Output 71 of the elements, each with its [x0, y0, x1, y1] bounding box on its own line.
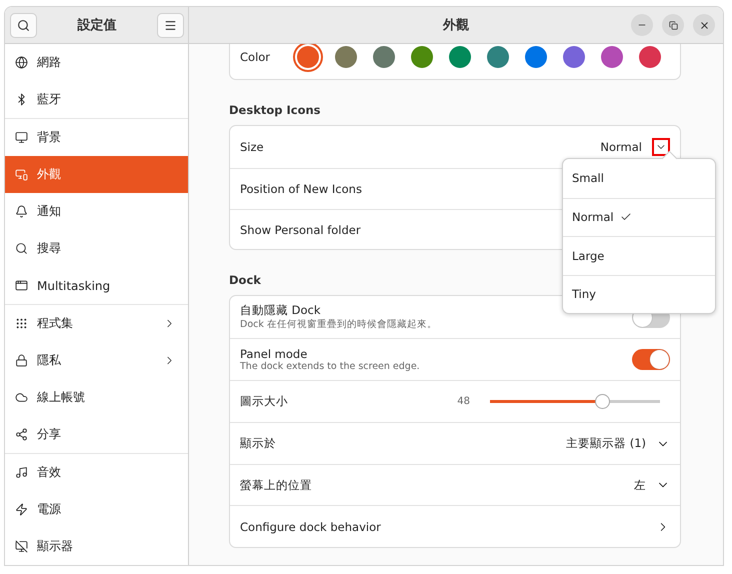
color-swatch[interactable]: [411, 46, 433, 68]
color-swatch[interactable]: [639, 46, 661, 68]
window-title: 外觀: [443, 17, 469, 34]
color-swatch[interactable]: [297, 46, 319, 68]
setting-label: Position of New Icons: [240, 182, 362, 196]
color-swatch[interactable]: [373, 46, 395, 68]
sidebar-item[interactable]: 網路: [5, 44, 188, 81]
slider-value: 48: [457, 396, 470, 407]
menu-item[interactable]: Small: [563, 159, 715, 198]
menu-item[interactable]: Tiny: [563, 274, 715, 313]
section-heading: Dock: [229, 273, 261, 287]
sidebar-item[interactable]: 隱私: [5, 342, 188, 379]
grid-icon: [15, 317, 28, 330]
sidebar-item[interactable]: 音效: [5, 454, 188, 491]
color-swatch[interactable]: [449, 46, 471, 68]
sidebar-item[interactable]: 分享: [5, 416, 188, 453]
setting-label: Show Personal folder: [240, 222, 361, 236]
sidebar-item[interactable]: 顯示器: [5, 528, 188, 565]
setting-description: The dock extends to the screen edge.: [240, 361, 421, 372]
setting-label: 圖示大小: [240, 394, 288, 409]
sidebar-item[interactable]: 外觀: [5, 156, 188, 193]
setting-label: Panel mode: [240, 347, 308, 361]
close-icon: [698, 20, 710, 30]
menu-item[interactable]: Large: [563, 236, 715, 274]
sidebar-item[interactable]: 通知: [5, 193, 188, 230]
restore-button[interactable]: [662, 14, 684, 36]
globe-icon: [15, 56, 28, 69]
setting-label: 顯示於: [240, 436, 276, 451]
search-icon: [15, 242, 28, 255]
setting-label: 螢幕上的位置: [240, 478, 312, 492]
menu-icon: [164, 18, 177, 32]
search-button[interactable]: [10, 12, 37, 38]
close-button[interactable]: [693, 14, 715, 36]
lightning-icon: [15, 503, 28, 516]
cloud-icon: [15, 391, 28, 404]
search-icon: [17, 18, 30, 32]
dropdown-value[interactable]: 主要顯示器 (1): [566, 436, 646, 451]
toggle-switch[interactable]: [632, 349, 670, 370]
monitor-icon: [15, 540, 28, 553]
menu-item[interactable]: Normal: [563, 198, 715, 236]
setting-label[interactable]: Configure dock behavior: [240, 520, 381, 534]
window-icon: [15, 279, 28, 292]
lock-icon: [15, 354, 28, 367]
share-icon: [15, 428, 28, 441]
monitor-icon: [15, 168, 28, 181]
bell-icon: [15, 205, 28, 218]
dropdown-value[interactable]: 左: [634, 478, 646, 492]
sidebar-item[interactable]: Multitasking: [5, 267, 188, 304]
setting-label: Size: [240, 140, 264, 154]
setting-label: Color: [240, 50, 270, 64]
monitor-icon: [15, 131, 28, 144]
sidebar-item[interactable]: 搜尋: [5, 230, 188, 267]
color-swatch[interactable]: [601, 46, 623, 68]
color-swatch[interactable]: [525, 46, 547, 68]
dropdown-value[interactable]: Normal: [600, 140, 642, 154]
setting-label: 自動隱藏 Dock: [240, 303, 322, 318]
slider-thumb[interactable]: [595, 394, 610, 409]
sidebar-item[interactable]: 程式集: [5, 305, 188, 342]
menu-button[interactable]: [157, 12, 184, 38]
color-swatch[interactable]: [563, 46, 585, 68]
sidebar-item[interactable]: 背景: [5, 119, 188, 156]
sidebar-item[interactable]: 藍牙: [5, 81, 188, 118]
color-swatch[interactable]: [487, 46, 509, 68]
color-swatch[interactable]: [335, 46, 357, 68]
sidebar-title: 設定值: [78, 16, 116, 34]
sidebar-item[interactable]: 線上帳號: [5, 379, 188, 416]
sidebar-item[interactable]: 電源: [5, 491, 188, 528]
restore-icon: [668, 20, 678, 30]
section-heading: Desktop Icons: [229, 103, 321, 117]
setting-description: Dock 在任何視窗重疊到的時候會隱藏起來。: [240, 318, 438, 331]
music-note-icon: [15, 466, 28, 479]
